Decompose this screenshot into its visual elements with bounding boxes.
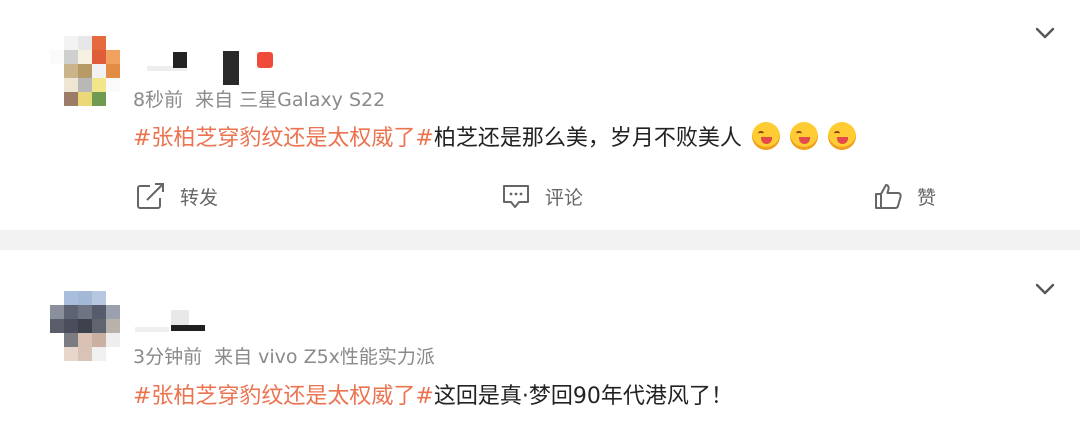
post-meta: 8秒前 来自 三星Galaxy S22 [133,85,385,112]
laughing-emoji-icon [751,122,780,150]
post-separator [0,230,1080,250]
repost-button[interactable]: 转发 [136,182,218,210]
post-meta: 3分钟前 来自 vivo Z5x性能实力派 [133,342,435,369]
like-label: 赞 [917,186,937,209]
hashtag-link[interactable]: #张柏芝穿豹纹还是太权威了# [133,384,434,409]
post-time: 8秒前 [133,89,184,111]
weibo-post-2: 3分钟前 来自 vivo Z5x性能实力派 #张柏芝穿豹纹还是太权威了#这回是真·… [0,250,1080,427]
action-bar: 转发 评论 赞 [0,182,1080,212]
laughing-emoji-icon [827,122,856,150]
comment-label: 评论 [545,186,584,209]
post-content: #张柏芝穿豹纹还是太权威了#柏芝还是那么美，岁月不败美人 [133,120,856,152]
chevron-down-icon[interactable] [1034,22,1056,44]
post-text: 柏芝还是那么美，岁月不败美人 [433,126,742,151]
avatar[interactable] [50,36,120,106]
post-source: 来自 vivo Z5x性能实力派 [214,346,435,368]
weibo-post-1: 8秒前 来自 三星Galaxy S22 #张柏芝穿豹纹还是太权威了#柏芝还是那么美… [0,0,1080,230]
post-source: 来自 三星Galaxy S22 [195,89,386,111]
comment-button[interactable]: 评论 [501,182,583,210]
like-icon [875,184,902,209]
repost-label: 转发 [180,186,219,209]
avatar[interactable] [50,291,120,361]
post-text: 这回是真·梦回90年代港风了！ [433,384,733,409]
post-content: #张柏芝穿豹纹还是太权威了#这回是真·梦回90年代港风了！ [133,378,733,410]
post-time: 3分钟前 [133,346,203,368]
hashtag-link[interactable]: #张柏芝穿豹纹还是太权威了# [133,126,434,151]
repost-icon [137,183,164,209]
chevron-down-icon[interactable] [1034,278,1056,300]
laughing-emoji-icon [789,122,818,150]
comment-icon [503,185,529,208]
like-button[interactable]: 赞 [873,182,936,210]
